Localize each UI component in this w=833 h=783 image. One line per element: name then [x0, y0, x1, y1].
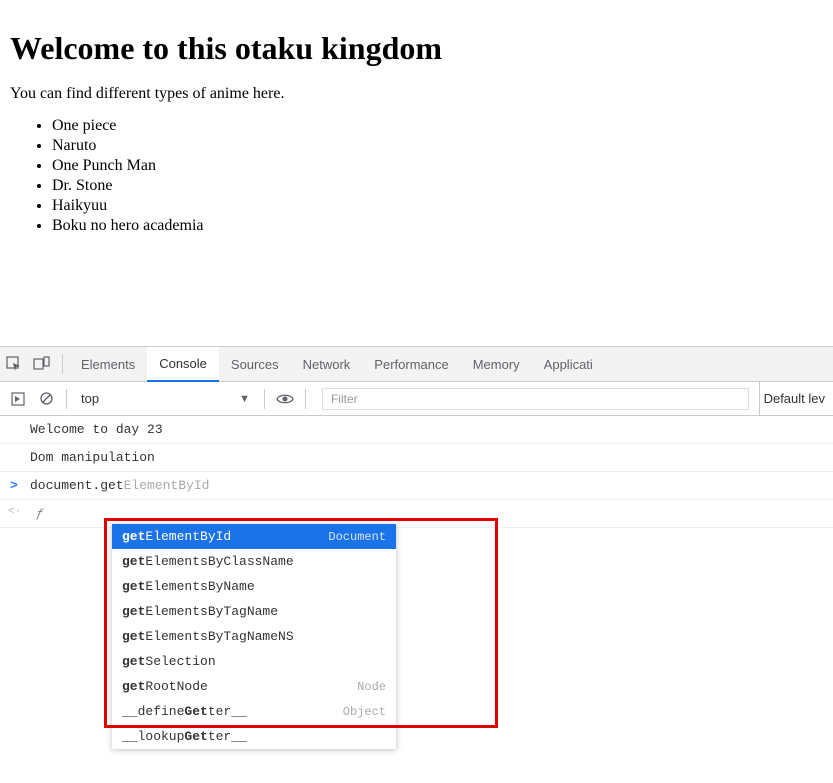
prompt-typed: document.get: [30, 478, 124, 493]
prompt-ghost: ElementById: [124, 478, 210, 493]
return-symbol: ƒ: [30, 506, 44, 521]
chevron-down-icon: ▼: [239, 393, 250, 405]
console-output: Welcome to day 23 Dom manipulation docum…: [0, 416, 833, 528]
autocomplete-item[interactable]: getElementsByName: [112, 574, 396, 599]
autocomplete-item[interactable]: __defineGetter__ Object: [112, 699, 396, 724]
tab-elements[interactable]: Elements: [69, 347, 147, 381]
list-item: One piece: [52, 117, 823, 135]
list-item: Boku no hero academia: [52, 217, 823, 235]
filter-input[interactable]: [322, 388, 749, 410]
list-item: Haikyuu: [52, 197, 823, 215]
list-item: Dr. Stone: [52, 177, 823, 195]
tab-console[interactable]: Console: [147, 347, 219, 382]
autocomplete-item[interactable]: __lookupGetter__: [112, 724, 396, 749]
divider: [264, 389, 265, 409]
page-body: Welcome to this otaku kingdom You can fi…: [0, 0, 833, 247]
autocomplete-item[interactable]: getElementsByTagName: [112, 599, 396, 624]
inspect-icon[interactable]: [0, 347, 28, 381]
autocomplete-popup: getElementById Document getElementsByCla…: [112, 524, 396, 749]
devtools-tab-strip: Elements Console Sources Network Perform…: [0, 346, 833, 382]
context-selector[interactable]: top ▼: [73, 382, 258, 415]
device-toggle-icon[interactable]: [28, 347, 56, 381]
list-item: Naruto: [52, 137, 823, 155]
list-item: One Punch Man: [52, 157, 823, 175]
autocomplete-item[interactable]: getElementsByTagNameNS: [112, 624, 396, 649]
page-heading: Welcome to this otaku kingdom: [10, 30, 823, 67]
page-subtext: You can find different types of anime he…: [10, 85, 823, 103]
clear-console-icon[interactable]: [32, 382, 60, 415]
tab-sources[interactable]: Sources: [219, 347, 291, 381]
console-toolbar: top ▼ Default lev: [0, 382, 833, 416]
devtools-panel: Elements Console Sources Network Perform…: [0, 346, 833, 528]
log-level-selector[interactable]: Default lev: [759, 382, 833, 415]
divider: [305, 389, 306, 409]
tab-application[interactable]: Applicati: [532, 347, 605, 381]
autocomplete-item[interactable]: getSelection: [112, 649, 396, 674]
console-prompt[interactable]: document.getElementById: [0, 472, 833, 500]
anime-list: One piece Naruto One Punch Man Dr. Stone…: [10, 117, 823, 235]
divider: [62, 354, 63, 374]
divider: [66, 389, 67, 409]
context-label: top: [81, 391, 99, 406]
autocomplete-item[interactable]: getElementsByClassName: [112, 549, 396, 574]
autocomplete-item[interactable]: getElementById Document: [112, 524, 396, 549]
autocomplete-item[interactable]: getRootNode Node: [112, 674, 396, 699]
eye-icon[interactable]: [271, 382, 299, 415]
sidebar-toggle-icon[interactable]: [4, 382, 32, 415]
tab-network[interactable]: Network: [291, 347, 363, 381]
tab-performance[interactable]: Performance: [362, 347, 460, 381]
console-log-row: Dom manipulation: [0, 444, 833, 472]
tab-memory[interactable]: Memory: [461, 347, 532, 381]
console-log-row: Welcome to day 23: [0, 416, 833, 444]
